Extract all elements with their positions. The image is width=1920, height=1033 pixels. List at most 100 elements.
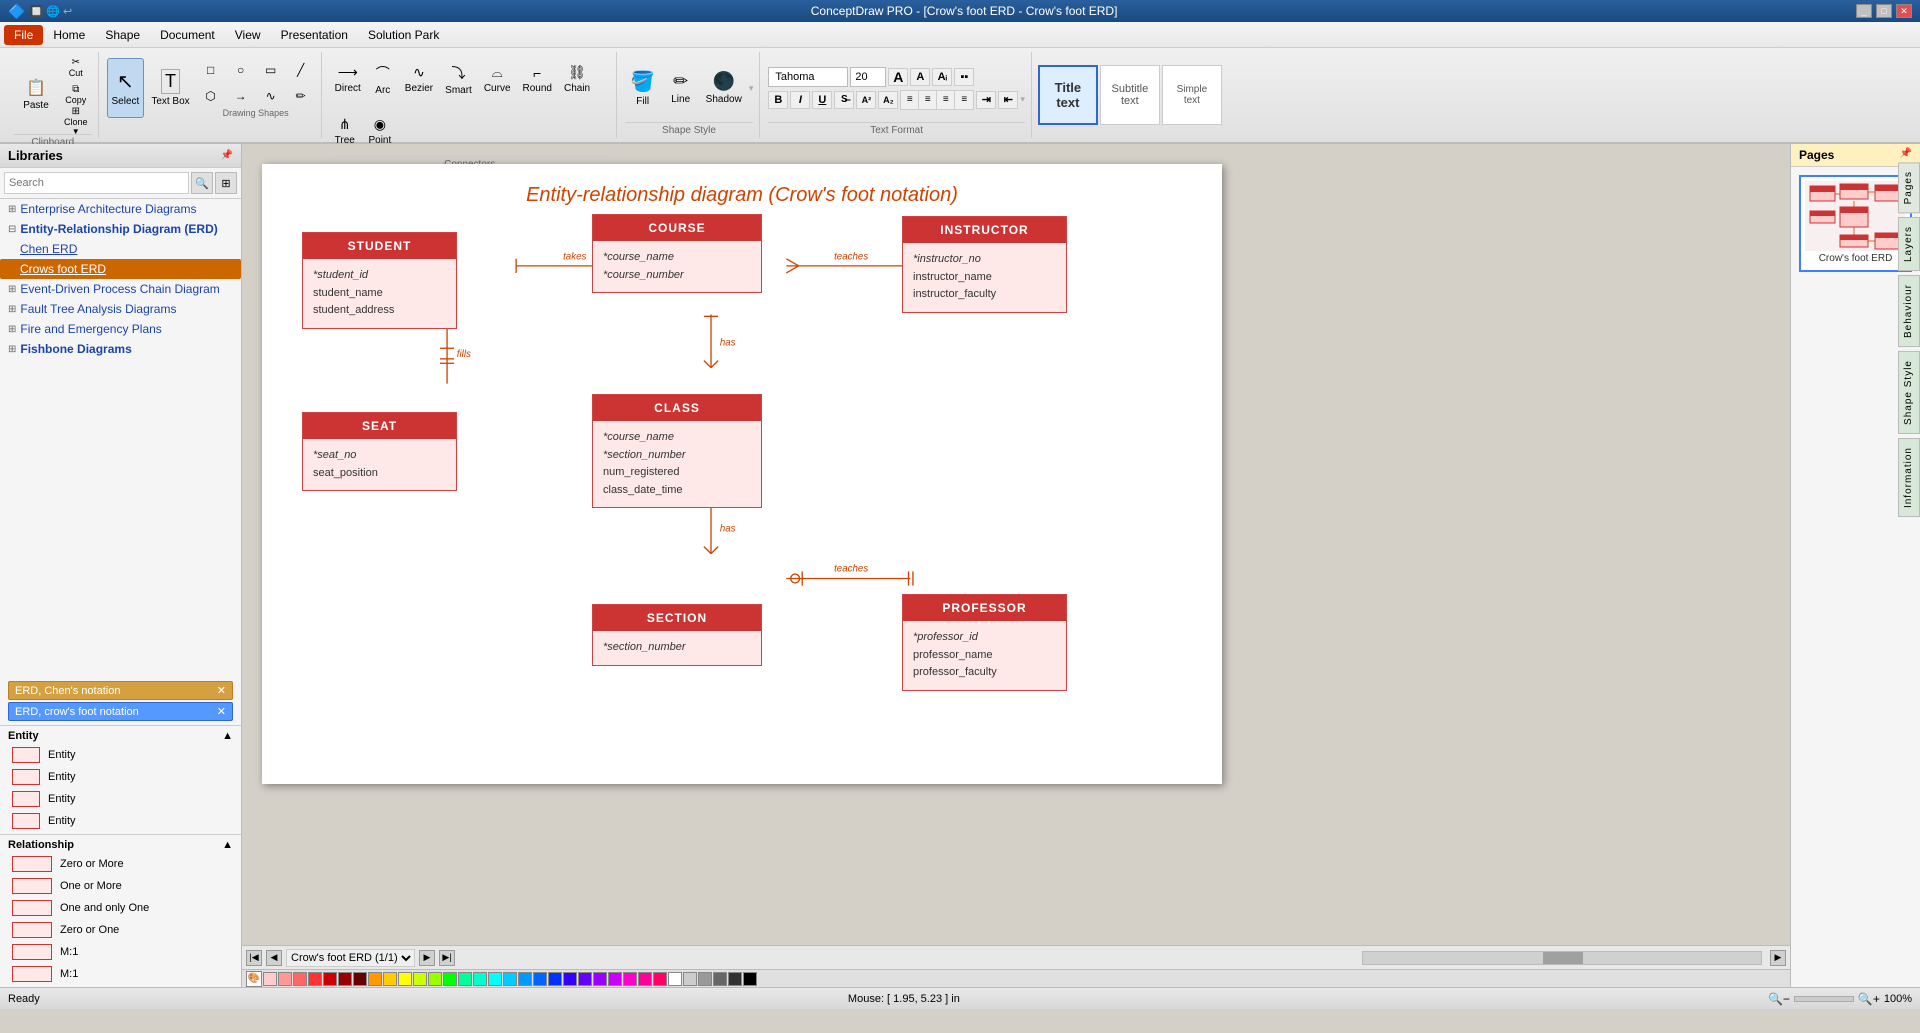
color-swatch[interactable]	[443, 972, 457, 986]
shape-entity-2[interactable]: Entity	[0, 766, 241, 788]
last-page-button[interactable]: ▶|	[439, 950, 455, 966]
color-swatch[interactable]	[368, 972, 382, 986]
search-input[interactable]	[4, 172, 189, 194]
clear-format-button[interactable]: Aᵢ	[932, 68, 952, 86]
bezier-conn-button[interactable]: ∿ Bezier	[400, 54, 438, 104]
chen-tag-close[interactable]: ✕	[217, 684, 226, 697]
canvas[interactable]: Entity-relationship diagram (Crow's foot…	[262, 164, 1222, 784]
decrease-font-button[interactable]: A	[910, 68, 930, 86]
color-swatch[interactable]	[518, 972, 532, 986]
minimize-button[interactable]: _	[1856, 4, 1872, 18]
rounded-rect-tool[interactable]: ▭	[257, 58, 285, 82]
color-swatch[interactable]	[608, 972, 622, 986]
close-button[interactable]: ✕	[1896, 4, 1912, 18]
color-swatch[interactable]	[488, 972, 502, 986]
align-justify-button[interactable]: ≡	[955, 91, 973, 109]
page-select[interactable]: Crow's foot ERD (1/1)	[286, 949, 415, 967]
lib-fire[interactable]: ⊞ Fire and Emergency Plans	[0, 319, 241, 339]
align-center-button[interactable]: ≡	[919, 91, 937, 109]
rect-tool[interactable]: □	[197, 58, 225, 82]
italic-button[interactable]: I	[790, 91, 810, 109]
color-swatch[interactable]	[353, 972, 367, 986]
text-box-button[interactable]: T Text Box	[146, 58, 194, 118]
course-entity[interactable]: COURSE *course_name *course_number	[592, 214, 762, 293]
title-bar-controls[interactable]: _ □ ✕	[1856, 4, 1912, 18]
color-swatch[interactable]	[398, 972, 412, 986]
cut-button[interactable]: ✂ Cut	[60, 54, 92, 80]
color-swatch[interactable]	[263, 972, 277, 986]
line-tool[interactable]: ╱	[287, 58, 315, 82]
shape-m1-2[interactable]: M:1	[0, 963, 241, 985]
color-swatch[interactable]	[458, 972, 472, 986]
color-swatch[interactable]	[593, 972, 607, 986]
font-size-input[interactable]	[850, 67, 886, 87]
lib-faulttree[interactable]: ⊞ Fault Tree Analysis Diagrams	[0, 299, 241, 319]
chain-button[interactable]: ⛓ Chain	[559, 54, 595, 104]
crowsfoot-tag[interactable]: ERD, crow's foot notation ✕	[8, 702, 233, 721]
color-swatch[interactable]	[338, 972, 352, 986]
color-swatch[interactable]	[533, 972, 547, 986]
tab-shape-style[interactable]: Shape Style	[1898, 351, 1920, 434]
subtitle-text-button[interactable]: Subtitle text	[1100, 65, 1160, 125]
professor-entity[interactable]: PROFESSOR *professor_id professor_name p…	[902, 594, 1067, 691]
color-swatch[interactable]	[713, 972, 727, 986]
crowsfoot-tag-close[interactable]: ✕	[217, 705, 226, 718]
poly-tool[interactable]: ⬡	[197, 84, 225, 108]
ellipse-tool[interactable]: ○	[227, 58, 255, 82]
more-format-button[interactable]: ▪▪	[954, 68, 974, 86]
section-entity[interactable]: SECTION *section_number	[592, 604, 762, 666]
zoom-out-button[interactable]: 🔍−	[1768, 992, 1790, 1006]
shape-one-only[interactable]: One and only One	[0, 897, 241, 919]
first-page-button[interactable]: |◀	[246, 950, 262, 966]
align-right-button[interactable]: ≡	[937, 91, 955, 109]
color-swatch[interactable]	[563, 972, 577, 986]
class-entity[interactable]: CLASS *course_name *section_number num_r…	[592, 394, 762, 508]
color-swatch[interactable]	[668, 972, 682, 986]
color-swatch[interactable]	[413, 972, 427, 986]
lib-fishbone[interactable]: ⊞ Fishbone Diagrams	[0, 339, 241, 359]
color-swatch[interactable]	[578, 972, 592, 986]
relationship-section-header[interactable]: Relationship ▲	[0, 837, 241, 853]
lib-enterprise[interactable]: ⊞ Enterprise Architecture Diagrams	[0, 199, 241, 219]
lib-chen[interactable]: Chen ERD	[0, 239, 241, 259]
menu-home[interactable]: Home	[43, 25, 95, 45]
next-page-button[interactable]: ▶	[419, 950, 435, 966]
text-format-expand[interactable]: ▾	[1020, 94, 1025, 105]
superscript-button[interactable]: A²	[856, 91, 876, 109]
color-swatch[interactable]	[473, 972, 487, 986]
select-button[interactable]: ↖ Select	[107, 58, 145, 118]
zoom-slider[interactable]	[1794, 996, 1854, 1002]
fill-button[interactable]: 🪣 Fill	[625, 58, 661, 118]
clone-button[interactable]: ⊞ Clone ▼	[60, 108, 92, 134]
font-family-input[interactable]	[768, 67, 848, 87]
entity-section-collapse[interactable]: ▲	[222, 730, 233, 742]
shape-m1-1[interactable]: M:1	[0, 941, 241, 963]
color-swatch[interactable]	[728, 972, 742, 986]
outdent-button[interactable]: ⇤	[998, 91, 1018, 109]
smart-button[interactable]: ⤵ Smart	[440, 54, 477, 104]
title-text-button[interactable]: Title text	[1038, 65, 1098, 125]
maximize-button[interactable]: □	[1876, 4, 1892, 18]
shadow-button[interactable]: 🌑 Shadow	[701, 58, 747, 118]
color-picker-button[interactable]: 🎨	[246, 971, 262, 987]
scroll-right-button[interactable]: ▶	[1770, 950, 1786, 966]
freehand-tool[interactable]: ✏	[287, 84, 315, 108]
menu-solution-park[interactable]: Solution Park	[358, 25, 449, 45]
color-swatch[interactable]	[623, 972, 637, 986]
menu-shape[interactable]: Shape	[95, 25, 150, 45]
underline-button[interactable]: U	[812, 91, 832, 109]
lib-crowsfoot[interactable]: Crows foot ERD	[0, 259, 241, 279]
shape-zero-or-one[interactable]: Zero or One	[0, 919, 241, 941]
canvas-scroll-area[interactable]: Entity-relationship diagram (Crow's foot…	[242, 144, 1790, 945]
round-button[interactable]: ⌐ Round	[518, 54, 557, 104]
color-swatch[interactable]	[683, 972, 697, 986]
color-swatch[interactable]	[548, 972, 562, 986]
copy-button[interactable]: ⧉ Copy	[60, 81, 92, 107]
page-thumbnail[interactable]: Crow's foot ERD	[1799, 175, 1912, 272]
color-swatch[interactable]	[503, 972, 517, 986]
subscript-button[interactable]: A₂	[878, 91, 898, 109]
bezier-tool[interactable]: ∿	[257, 84, 285, 108]
relationship-section-collapse[interactable]: ▲	[222, 839, 233, 851]
tab-behaviour[interactable]: Behaviour	[1898, 275, 1920, 347]
color-swatch[interactable]	[323, 972, 337, 986]
